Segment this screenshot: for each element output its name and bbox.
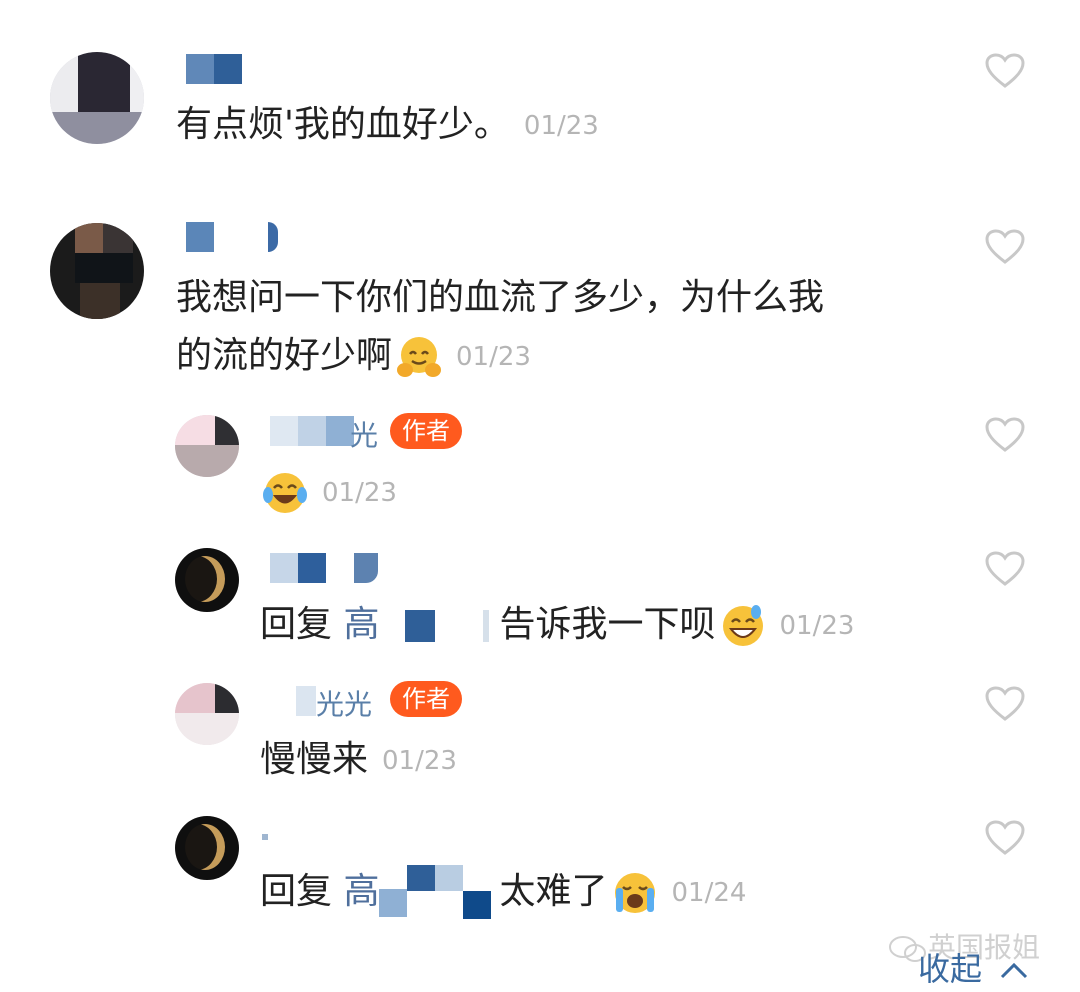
username-fragment: 光 (350, 419, 379, 452)
username-redacted (379, 610, 499, 642)
avatar[interactable] (50, 223, 144, 319)
like-icon[interactable] (985, 551, 1025, 587)
avatar[interactable] (175, 548, 239, 612)
reply-text: 告诉我一下呗 (499, 604, 716, 645)
collapse-label: 收起 (918, 950, 983, 988)
reply-to-name[interactable]: 高 (343, 604, 379, 645)
username-redacted[interactable] (186, 222, 296, 252)
hugging-face-emoji (397, 337, 442, 377)
username-redacted[interactable] (296, 686, 316, 716)
grinning-sweat-emoji (722, 605, 763, 646)
username-redacted[interactable] (186, 54, 242, 84)
reply-text: 慢慢来 (260, 739, 369, 780)
avatar[interactable] (175, 683, 239, 745)
loudly-crying-emoji (614, 873, 655, 913)
reply-text-row: 回复 高 太难了 01/24 (260, 864, 746, 921)
timestamp: 01/23 (322, 478, 397, 508)
username-redacted[interactable] (270, 553, 382, 583)
reply-text-row: 01/23 (262, 464, 397, 521)
reply-text-row: 慢慢来 01/23 (260, 732, 457, 789)
avatar[interactable] (175, 415, 239, 477)
author-badge: 作者 (390, 413, 462, 449)
like-icon[interactable] (985, 686, 1025, 722)
timestamp: 01/23 (382, 746, 457, 776)
collapse-button[interactable]: 收起 (918, 944, 1030, 990)
like-icon[interactable] (985, 417, 1025, 453)
like-icon[interactable] (985, 229, 1025, 265)
chevron-up-icon (1001, 962, 1028, 979)
username-redacted[interactable] (262, 834, 270, 864)
reply-text: 太难了 (499, 871, 608, 912)
avatar[interactable] (175, 816, 239, 880)
comment-text-line-1: 我想问一下你们的血流了多少，为什么我 (176, 277, 825, 318)
timestamp: 01/23 (456, 342, 531, 372)
like-icon[interactable] (985, 820, 1025, 856)
avatar[interactable] (50, 52, 144, 144)
reply-text-row: 回复 高 告诉我一下呗 01/23 (260, 597, 854, 654)
timestamp: 01/23 (523, 111, 599, 141)
comment-text: 有点烦'我的血好少。 (176, 104, 510, 145)
timestamp: 01/23 (779, 611, 855, 641)
like-icon[interactable] (985, 53, 1025, 89)
timestamp: 01/24 (671, 878, 747, 908)
tears-of-joy-emoji (263, 473, 307, 513)
username-redacted (379, 865, 499, 921)
author-badge: 作者 (390, 681, 462, 717)
reply-prefix: 回复 (260, 871, 333, 912)
username-fragment: 光光 (316, 688, 373, 721)
reply-prefix: 回复 (260, 604, 333, 645)
comment-text-line-2: 的流的好少啊 (176, 335, 393, 376)
comment-text-row: 有点烦'我的血好少。 01/23 (176, 97, 599, 154)
reply-to-name[interactable]: 高 (343, 871, 379, 912)
comment-text-line-2-row: 的流的好少啊 01/23 (176, 328, 531, 385)
